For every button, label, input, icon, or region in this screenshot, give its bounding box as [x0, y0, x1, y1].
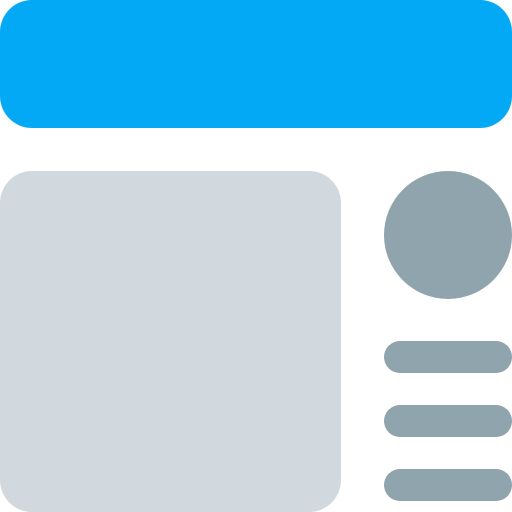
text-line: [384, 469, 512, 501]
avatar-circle: [384, 171, 512, 299]
header-bar: [0, 0, 512, 128]
text-line: [384, 341, 512, 373]
text-line: [384, 405, 512, 437]
layout-template-icon: [0, 0, 512, 512]
main-panel: [0, 171, 341, 512]
